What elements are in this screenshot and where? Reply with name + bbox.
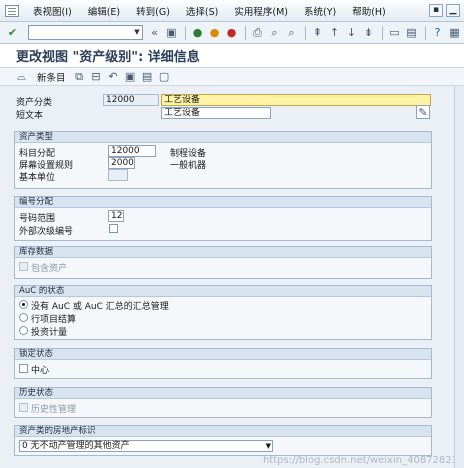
external-sub-number-checkbox[interactable]: [109, 224, 118, 233]
asset-type-group: 资产类型 科目分配 12000 制程设备 屏幕设置规则 2000 一般机器 基本…: [14, 131, 432, 189]
application-toolbar: ⌓ 新条目 ⧉ ⊟ ↶ ▣ ▤ ▢: [0, 68, 464, 86]
menu-table-view[interactable]: 表视图(I): [25, 4, 80, 18]
blocked-checkbox[interactable]: [19, 364, 28, 373]
inventory-group: 库存数据 包含资产: [14, 246, 432, 279]
undo-icon[interactable]: ↶: [106, 69, 121, 84]
toolbar-separator: [382, 25, 383, 40]
lock-status-group: 锁定状态 中心: [14, 348, 432, 379]
asset-class-description[interactable]: 工艺设备: [161, 94, 431, 106]
auc-status-heading: AuC 的状态: [15, 286, 431, 297]
real-estate-select[interactable]: 0 无不动产管理的其他资产 ▼: [19, 440, 273, 452]
external-sub-number-label: 外部次级编号: [19, 227, 74, 237]
vertical-scrollbar[interactable]: [454, 86, 464, 468]
base-unit-label: 基本单位: [19, 173, 56, 183]
save-icon[interactable]: ▣: [164, 25, 179, 40]
auc-status-group: AuC 的状态 没有 AuC 或 AuC 汇总的汇总管理 行项目结算 投资计量: [14, 285, 432, 340]
toolbar-separator: [185, 25, 186, 40]
chevron-down-icon[interactable]: ▼: [266, 441, 271, 451]
history-heading: 历史状态: [15, 388, 431, 399]
detail-screen: 资产分类 12000 工艺设备 短文本 工艺设备 ✎ 资产类型 科目分配 120…: [0, 86, 464, 468]
real-estate-selected-value: 0 无不动产管理的其他资产: [22, 441, 130, 451]
new-session-icon[interactable]: ▭: [387, 25, 402, 40]
window-controls: ▪ ▁: [429, 4, 460, 17]
auc-option-no-auc-label: 没有 AuC 或 AuC 汇总的汇总管理: [31, 302, 169, 312]
layout-menu-icon[interactable]: ▦: [447, 25, 462, 40]
minimize-icon[interactable]: ▁: [446, 4, 460, 17]
account-assignment-field[interactable]: 12000: [108, 145, 156, 157]
find-next-icon[interactable]: ⌕: [284, 25, 299, 40]
glasses-icon[interactable]: ⌓: [14, 69, 29, 84]
edit-icon[interactable]: ✎: [416, 105, 430, 119]
asset-class-label: 资产分类: [16, 98, 53, 108]
menu-utilities[interactable]: 实用程序(M): [226, 4, 296, 18]
customize-icon[interactable]: ▪: [429, 4, 443, 17]
include-assets-checkbox[interactable]: [19, 262, 28, 271]
base-unit-field[interactable]: [108, 169, 128, 181]
menu-select[interactable]: 选择(S): [178, 4, 226, 18]
select-all-icon[interactable]: ▣: [123, 69, 138, 84]
number-assignment-heading: 编号分配: [15, 197, 431, 208]
select-block-icon[interactable]: ▤: [140, 69, 155, 84]
standard-toolbar: ✔ ▼ « ▣ ● ● ● ⎙ ⌕ ⌕ ⇞ ↑ ↓ ⇟ ▭ ▤ ? ▦: [0, 22, 464, 44]
short-text-label: 短文本: [16, 111, 44, 121]
number-range-label: 号码范围: [19, 214, 56, 224]
first-page-icon[interactable]: ⇞: [310, 25, 325, 40]
blocked-label: 中心: [31, 366, 50, 376]
real-estate-heading: 资产类的房地产标识: [15, 426, 431, 437]
auc-option-investment-radio[interactable]: [19, 326, 28, 335]
screen-layout-field[interactable]: 2000: [108, 157, 135, 169]
toolbar-separator: [245, 25, 246, 40]
auc-option-no-auc-radio[interactable]: [19, 300, 28, 309]
history-label: 历史性管理: [31, 405, 77, 415]
find-icon[interactable]: ⌕: [267, 25, 282, 40]
toolbar-separator: [305, 25, 306, 40]
toolbar-separator: [425, 25, 426, 40]
enter-check-icon[interactable]: ✔: [5, 25, 20, 40]
real-estate-group: 资产类的房地产标识 0 无不动产管理的其他资产 ▼: [14, 425, 432, 456]
chevron-down-icon[interactable]: ▼: [132, 26, 142, 39]
number-assignment-group: 编号分配 号码范围 12 外部次级编号: [14, 196, 432, 241]
short-text-field[interactable]: 工艺设备: [161, 107, 271, 119]
menu-goto[interactable]: 转到(G): [128, 4, 178, 18]
include-assets-label: 包含资产: [31, 264, 68, 274]
page-title: 更改视图 "资产级别": 详细信息: [0, 44, 464, 68]
menu-edit[interactable]: 编辑(E): [80, 4, 128, 18]
history-group: 历史状态 历史性管理: [14, 387, 432, 418]
auc-option-line-item-label: 行项目结算: [31, 315, 77, 325]
prev-page-icon[interactable]: ↑: [327, 25, 342, 40]
asset-type-heading: 资产类型: [15, 132, 431, 143]
menu-icon[interactable]: [5, 4, 19, 17]
lock-status-heading: 锁定状态: [15, 349, 431, 360]
back-icon[interactable]: ●: [190, 25, 205, 40]
shortcut-icon[interactable]: ▤: [404, 25, 419, 40]
asset-class-field: 12000: [103, 94, 159, 106]
menu-help[interactable]: 帮助(H): [344, 4, 394, 18]
last-page-icon[interactable]: ⇟: [361, 25, 376, 40]
inventory-heading: 库存数据: [15, 247, 431, 258]
auc-option-investment-label: 投资计量: [31, 328, 68, 338]
double-chevron-left-icon[interactable]: «: [147, 25, 162, 40]
number-range-field[interactable]: 12: [108, 210, 124, 222]
menu-bar: 表视图(I) 编辑(E) 转到(G) 选择(S) 实用程序(M) 系统(Y) 帮…: [0, 0, 464, 22]
next-page-icon[interactable]: ↓: [344, 25, 359, 40]
exit-icon[interactable]: ●: [207, 25, 222, 40]
history-checkbox[interactable]: [19, 403, 28, 412]
copy-icon[interactable]: ⧉: [72, 69, 87, 84]
screen-layout-desc: 一般机器: [170, 161, 207, 171]
deselect-icon[interactable]: ▢: [157, 69, 172, 84]
watermark-text: https://blog.csdn.net/weixin_40872823: [262, 455, 458, 466]
menu-system[interactable]: 系统(Y): [296, 4, 344, 18]
auc-option-line-item-radio[interactable]: [19, 313, 28, 322]
delete-icon[interactable]: ⊟: [89, 69, 104, 84]
print-icon[interactable]: ⎙: [250, 25, 265, 40]
help-icon[interactable]: ?: [430, 25, 445, 40]
sap-window: 表视图(I) 编辑(E) 转到(G) 选择(S) 实用程序(M) 系统(Y) 帮…: [0, 0, 464, 468]
cancel-icon[interactable]: ●: [224, 25, 239, 40]
command-field[interactable]: ▼: [28, 25, 143, 40]
new-entries-button[interactable]: 新条目: [37, 70, 66, 84]
